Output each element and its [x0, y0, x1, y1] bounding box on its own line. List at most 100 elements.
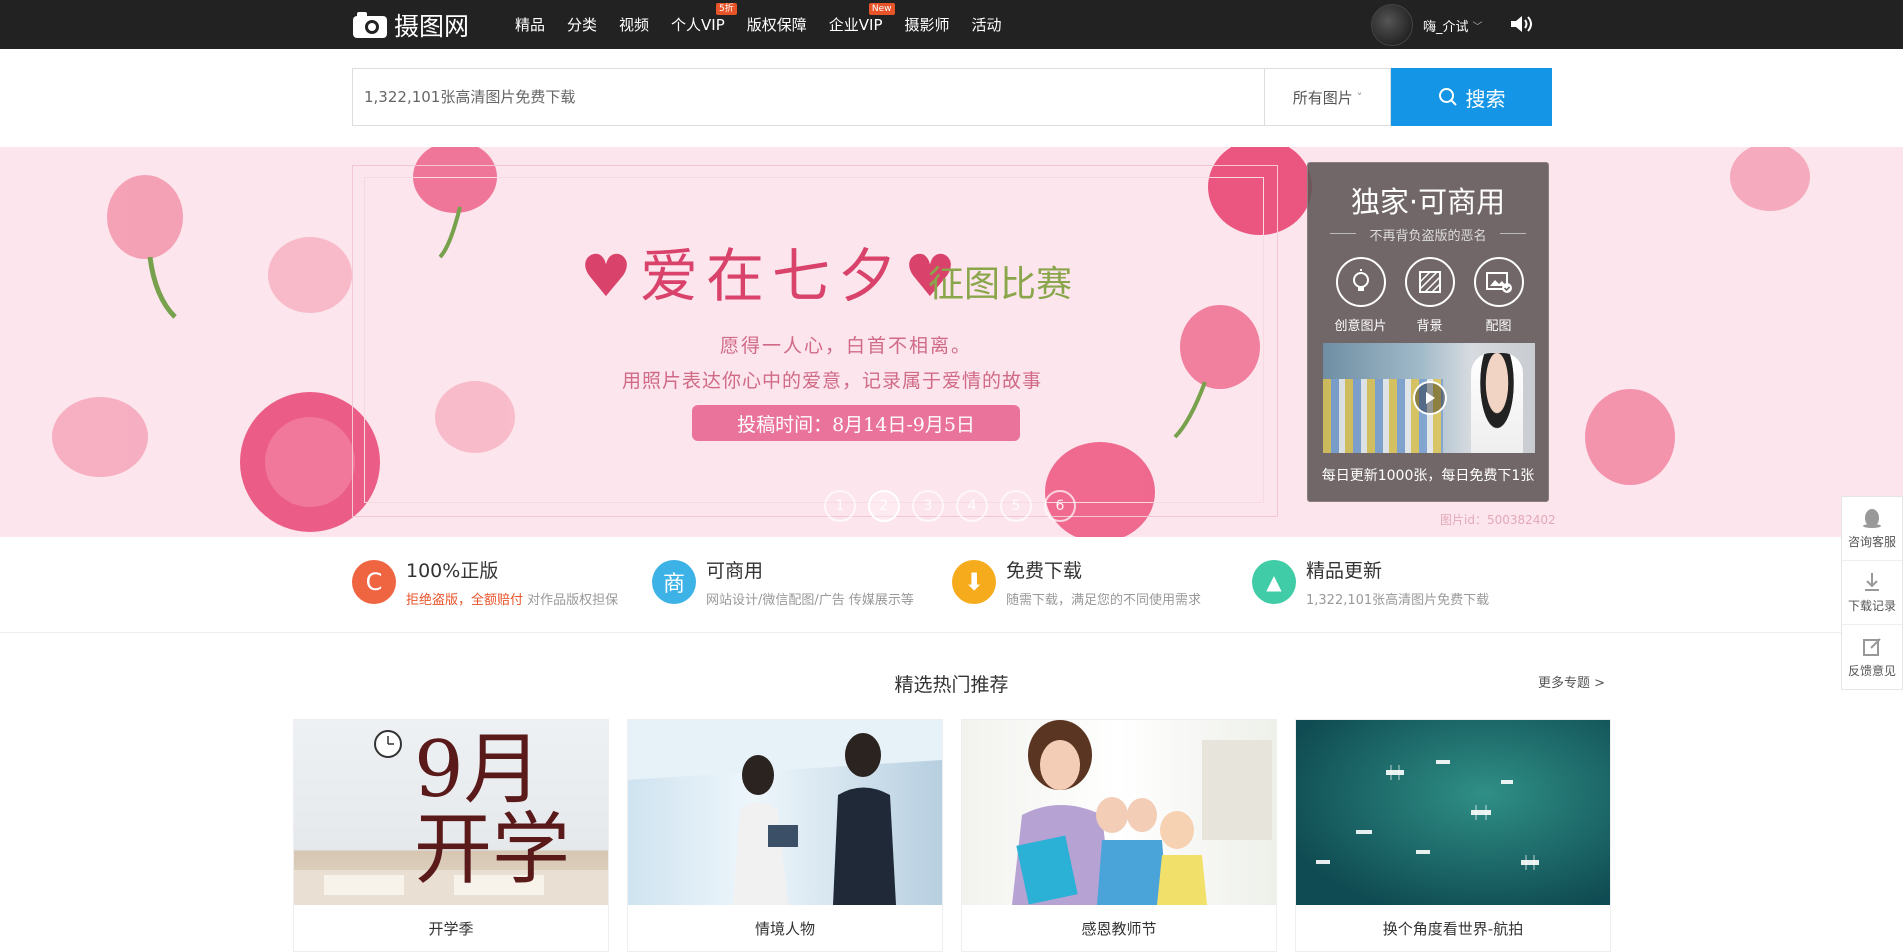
topic-card[interactable]: 换个角度看世界-航拍 [1295, 719, 1611, 952]
search-button[interactable]: 搜索 [1391, 68, 1552, 126]
topic-image [1296, 720, 1610, 905]
nav-label: 摄影师 [904, 16, 950, 34]
video-person [1471, 353, 1523, 453]
promo-category-label: 配图 [1485, 319, 1512, 334]
search-button-label: 搜索 [1465, 88, 1506, 111]
carousel-dot[interactable]: 4 [956, 490, 988, 522]
promo-panel[interactable]: 独家·可商用 不再背负盗版的恶名 创意图片 背景 配图 每日更新1000张，每日… [1307, 162, 1549, 502]
topic-card[interactable]: 感恩教师节 [961, 719, 1277, 952]
top-navbar: 摄图网 精品 分类 视频 个人VIP 5折 版权保障 企业VIP New 摄影师 活… [0, 0, 1903, 49]
chevron-down-icon: ﹀ [1472, 21, 1483, 33]
topic-image: 9月开学 [294, 720, 608, 905]
sidebar-label: 咨询客服 [1847, 535, 1896, 549]
nav-label: 精品 [515, 16, 546, 34]
nav-label: 企业VIP [828, 16, 883, 34]
sidebar-label: 反馈意见 [1847, 663, 1896, 678]
camera-logo-icon [353, 12, 387, 38]
feature-desc: 随需下载，满足您的不同使用需求 [1006, 593, 1202, 608]
teacher-students-art [1012, 720, 1272, 905]
topic-image [628, 720, 942, 905]
search-input[interactable] [352, 68, 1264, 126]
topic-caption: 感恩教师节 [1081, 919, 1157, 938]
topic-caption: 开学季 [428, 919, 474, 938]
new-badge: New [868, 3, 895, 15]
nav-item-categories[interactable]: 分类 [567, 14, 597, 35]
commercial-icon: 商 [652, 560, 696, 604]
nav-item-photographer[interactable]: 摄影师 [905, 14, 950, 35]
carousel-dot[interactable]: 5 [1000, 490, 1032, 522]
feature-desc: 1,322,101张高清图片免费下载 [1306, 593, 1490, 608]
aerial-boats-art [1316, 760, 1539, 870]
promo-category-background[interactable]: 背景 [1395, 257, 1464, 334]
promo-category-illustration[interactable]: 配图 [1464, 257, 1533, 334]
main-nav: 精品 分类 视频 个人VIP 5折 版权保障 企业VIP New 摄影师 活动 [515, 0, 1024, 49]
nav-item-copyright[interactable]: 版权保障 [747, 14, 807, 35]
feature-free-download: ⬇ 免费下载 随需下载，满足您的不同使用需求 [952, 556, 1252, 608]
speaker-icon[interactable] [1508, 12, 1534, 36]
more-topics-link[interactable]: 更多专题 > [1538, 672, 1605, 691]
feature-title: 免费下载 [1006, 560, 1083, 582]
image-id: 图片id：500382402 [1440, 513, 1556, 527]
carousel-dot[interactable]: 6 [1044, 490, 1076, 522]
nav-label: 分类 [567, 16, 598, 34]
edit-icon [1863, 637, 1881, 656]
banner-subtitle: 征图比赛 [928, 264, 1073, 305]
discount-badge: 5折 [716, 3, 737, 15]
feature-desc-text: 对作品版权担保 [523, 593, 619, 608]
feature-desc-highlight: 拒绝盗版，全额赔付 [406, 593, 524, 608]
section-divider [0, 632, 1903, 633]
topic-card[interactable]: 情境人物 [627, 719, 943, 952]
back-to-school-art: 9月开学 [414, 725, 571, 895]
texture-icon [1404, 257, 1455, 307]
search-icon [1438, 88, 1457, 106]
feature-title: 可商用 [706, 560, 764, 582]
avatar[interactable] [1371, 4, 1413, 46]
carousel-dot[interactable]: 3 [912, 490, 944, 522]
hero-banner[interactable]: ♥爱在七夕♥ 征图比赛 愿得一人心，白首不相离。 用照片表达你心中的爱意，记录属… [0, 147, 1903, 537]
nav-item-video[interactable]: 视频 [619, 14, 649, 35]
user-menu[interactable]: 嗨_介试 ﹀ [1371, 3, 1483, 47]
nav-item-enterprise-vip[interactable]: 企业VIP New [828, 3, 895, 35]
promo-video-thumbnail[interactable] [1323, 343, 1535, 453]
nav-item-events[interactable]: 活动 [972, 14, 1002, 35]
search-bar: 所有图片 ˅ 搜索 [352, 68, 1552, 126]
nav-item-personal-vip[interactable]: 个人VIP 5折 [671, 3, 737, 35]
customer-service-button[interactable]: 咨询客服 [1842, 497, 1902, 561]
nav-item-featured[interactable]: 精品 [515, 14, 545, 35]
features-row: C 100%正版 拒绝盗版，全额赔付 对作品版权担保 商 可商用 网站设计/微信… [352, 556, 1552, 608]
banner-description: 用照片表达你心中的爱意，记录属于爱情的故事 [622, 370, 1043, 392]
promo-category-label: 创意图片 [1334, 319, 1387, 334]
nav-label: 个人VIP [671, 16, 725, 34]
feature-title: 100%正版 [406, 560, 499, 582]
carousel-dot-active[interactable]: 2 [868, 490, 900, 522]
banner-tagline: 愿得一人心，白首不相离。 [720, 335, 973, 357]
qq-penguin-icon [1863, 509, 1881, 528]
play-icon[interactable] [1413, 381, 1447, 415]
promo-subtitle: 不再背负盗版的恶名 [1369, 229, 1487, 244]
business-people-art [628, 720, 942, 905]
site-logo[interactable]: 摄图网 [352, 7, 469, 43]
promo-category-creative[interactable]: 创意图片 [1326, 257, 1395, 334]
banner-title: ♥爱在七夕♥ [580, 242, 964, 310]
nav-label: 版权保障 [746, 16, 807, 34]
promo-categories: 创意图片 背景 配图 [1326, 257, 1533, 334]
copyright-icon: C [352, 560, 396, 604]
topic-image [962, 720, 1276, 905]
picture-icon: ▲ [1252, 560, 1296, 604]
floating-sidebar: 咨询客服 下载记录 反馈意见 [1841, 496, 1903, 690]
feedback-button[interactable]: 反馈意见 [1842, 625, 1902, 689]
topic-card[interactable]: 9月开学 开学季 [293, 719, 609, 952]
feature-title: 精品更新 [1306, 560, 1383, 582]
carousel-dot[interactable]: 1 [824, 490, 856, 522]
image-check-icon [1473, 257, 1524, 307]
nav-label: 活动 [971, 16, 1002, 34]
promo-caption: 每日更新1000张，每日免费下1张 [1321, 468, 1535, 484]
feature-desc: 网站设计/微信配图/广告 传媒展示等 [706, 593, 914, 608]
search-category-select[interactable]: 所有图片 ˅ [1264, 68, 1391, 126]
promo-category-label: 背景 [1416, 319, 1443, 334]
chevron-down-icon: ˅ [1356, 90, 1363, 104]
feature-genuine: C 100%正版 拒绝盗版，全额赔付 对作品版权担保 [352, 556, 652, 608]
promo-title: 独家·可商用 [1350, 185, 1506, 219]
topic-caption: 情境人物 [754, 919, 815, 938]
download-history-button[interactable]: 下载记录 [1842, 561, 1902, 625]
